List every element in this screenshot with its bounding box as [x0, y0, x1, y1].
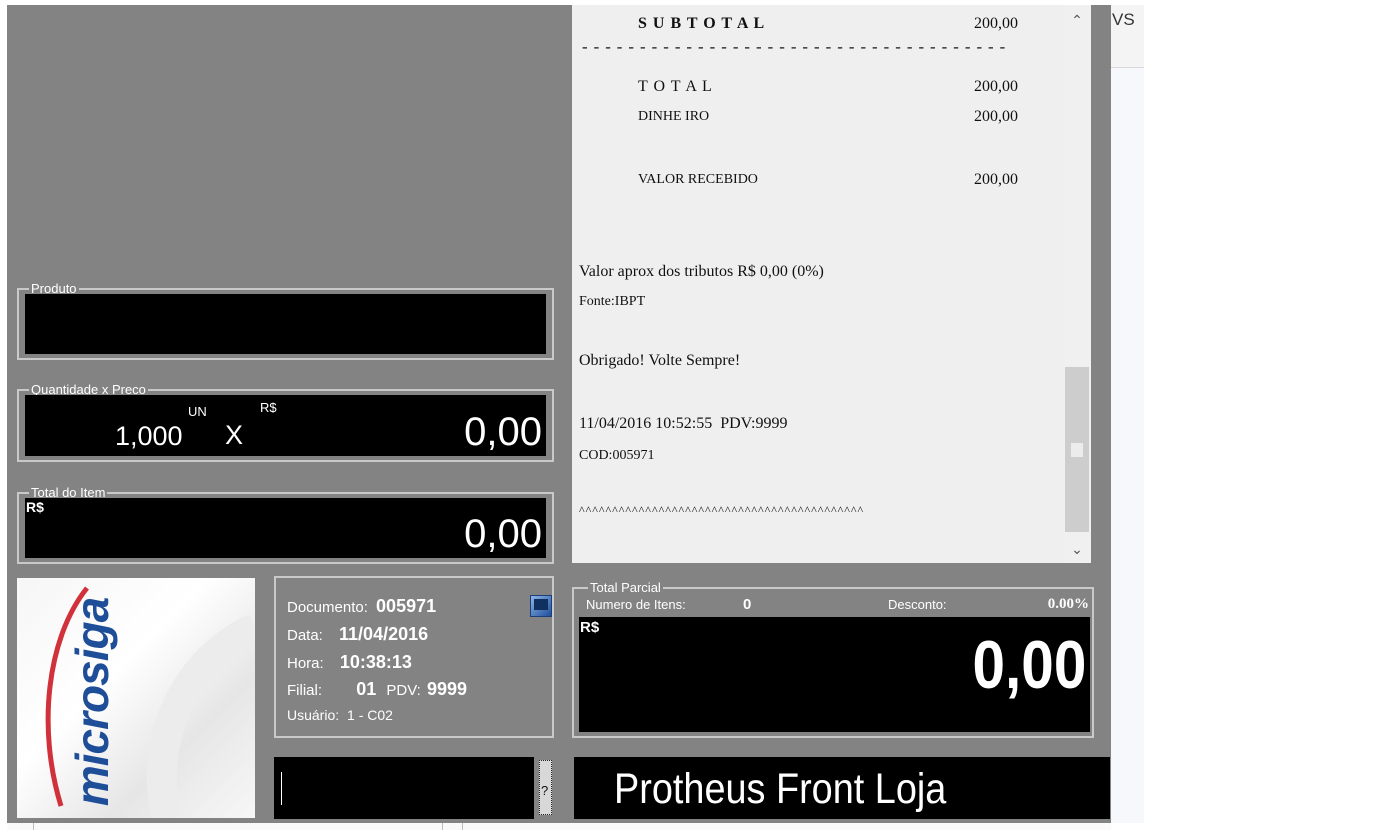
receipt-carets: ^^^^^^^^^^^^^^^^^^^^^^^^^^^^^^^^^^^^^^^^… — [579, 503, 865, 517]
quantidade-field[interactable]: 1,000 UN X R$ 0,00 — [25, 395, 546, 456]
app-banner: Protheus Front Loja — [574, 757, 1110, 819]
filial-label: Filial: — [287, 682, 323, 699]
filial-value: 01 — [356, 679, 377, 699]
total-parcial-group: Total Parcial Numero de Itens: 0 Descont… — [572, 581, 1094, 738]
monitor-icon[interactable] — [530, 595, 552, 617]
receipt-datetime-pdv: 11/04/2016 10:52:55 PDV:9999 — [579, 415, 788, 432]
documento-value: 005971 — [376, 596, 437, 616]
receipt-dinheiro-label: DINHE IRO — [638, 109, 710, 124]
receipt-panel: S U B T O T A L 200,00 -----------------… — [572, 5, 1063, 563]
total-parcial-field: R$ 0,00 — [579, 617, 1090, 732]
total-parcial-currency: R$ — [580, 619, 600, 636]
pdv-value: 9999 — [427, 679, 468, 699]
receipt-cod: COD:005971 — [579, 448, 655, 463]
background-window-label: VS — [1112, 10, 1135, 29]
scroll-down-arrow-icon[interactable]: ⌄ — [1063, 535, 1091, 563]
usuario-label: Usuário: — [287, 707, 340, 723]
background-window: VS — [1111, 5, 1144, 68]
quantidade-currency: R$ — [260, 400, 277, 415]
microsiga-logo: microsiga — [17, 578, 255, 818]
quantidade-x: X — [225, 420, 244, 450]
pdv-label: PDV: — [386, 682, 421, 699]
receipt-recebido-label: VALOR RECEBIDO — [638, 172, 758, 187]
total-item-field: R$ 0,00 — [25, 498, 546, 558]
receipt-scrollbar[interactable]: ⌃ ⌄ — [1063, 5, 1091, 563]
produto-group: Produto — [17, 281, 554, 360]
receipt-dinheiro-value: 200,00 — [974, 108, 1018, 125]
quantidade-unit: UN — [188, 404, 207, 419]
scroll-up-arrow-icon[interactable]: ⌃ — [1063, 5, 1091, 35]
hora-row: Hora: 10:38:13 — [287, 652, 412, 674]
receipt-tributos: Valor aprox dos tributos R$ 0,00 (0%) — [579, 263, 824, 280]
help-button-label: ? — [541, 783, 549, 798]
receipt-thanks: Obrigado! Volte Sempre! — [579, 352, 741, 369]
receipt-fonte: Fonte:IBPT — [579, 294, 646, 309]
receipt-subtotal-value: 200,00 — [974, 15, 1018, 32]
data-label: Data: — [287, 627, 323, 644]
hora-value: 10:38:13 — [339, 652, 412, 672]
total-item-currency: R$ — [26, 499, 44, 515]
total-parcial-label: Total Parcial — [588, 580, 663, 595]
receipt-subtotal-label: S U B T O T A L — [638, 15, 766, 32]
quantidade-qty: 1,000 — [115, 421, 183, 451]
quantidade-price: 0,00 — [464, 410, 542, 454]
receipt-recebido-value: 200,00 — [974, 171, 1018, 188]
total-parcial-value: 0,00 — [972, 627, 1086, 703]
hora-label: Hora: — [287, 655, 324, 672]
filial-row: Filial: 01 PDV: 9999 — [287, 679, 467, 701]
receipt-total-label: T O T A L — [638, 78, 713, 95]
quantidade-group: Quantidade x Preco 1,000 UN X R$ 0,00 — [17, 382, 554, 462]
itens-label: Numero de Itens: — [586, 597, 686, 612]
produto-field[interactable] — [25, 294, 546, 354]
data-row: Data: 11/04/2016 — [287, 624, 428, 646]
total-item-value: 0,00 — [464, 512, 542, 556]
text-cursor — [281, 772, 282, 805]
background-panel-divider — [7, 823, 1111, 830]
info-panel: Documento: 005971 Data: 11/04/2016 Hora:… — [274, 576, 554, 738]
desconto-label: Desconto: — [888, 597, 947, 612]
usuario-row: Usuário: 1 - C02 — [287, 705, 393, 725]
data-value: 11/04/2016 — [339, 624, 429, 644]
scroll-track[interactable] — [1065, 35, 1089, 535]
help-button[interactable]: ? — [538, 757, 554, 819]
documento-label: Documento: — [287, 599, 368, 616]
desconto-value: 0.00% — [1047, 596, 1089, 612]
documento-row: Documento: 005971 — [287, 596, 436, 618]
usuario-value: 1 - C02 — [347, 707, 393, 723]
itens-value: 0 — [743, 596, 752, 613]
receipt-divider: ------------------------------------- — [580, 39, 1010, 57]
total-item-group: Total do Item R$ 0,00 — [17, 485, 554, 564]
banner-text: Protheus Front Loja — [614, 765, 947, 813]
receipt-total-value: 200,00 — [974, 78, 1018, 95]
scroll-thumb-grip-icon — [1071, 443, 1083, 457]
background-window-body — [1111, 68, 1144, 823]
command-input[interactable] — [274, 757, 534, 819]
logo-swoosh-icon — [45, 586, 255, 818]
logo-text: microsiga — [66, 597, 118, 807]
